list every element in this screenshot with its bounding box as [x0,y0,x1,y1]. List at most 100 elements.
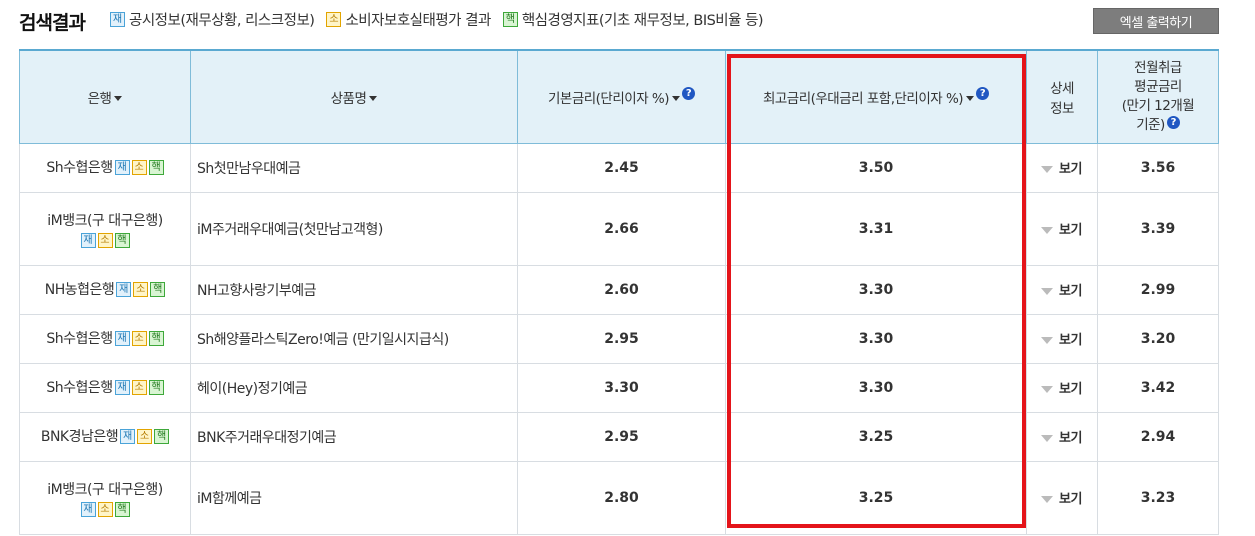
bank-cell: iM뱅크(구 대구은행) 재 소 핵 [19,191,191,266]
column-header-product[interactable]: 상품명 [190,49,518,144]
help-icon[interactable]: ? [976,86,990,100]
consumer-badge-icon[interactable]: 소 [131,380,147,395]
max-rate: 3.30 [725,313,1027,364]
view-detail-button[interactable]: 보기 [1026,313,1098,364]
table-row: NH농협은행 재 소 핵 NH고향사랑기부예금 2.60 3.30 보기 2.99 [19,264,1219,315]
table-row: Sh수협은행 재 소 핵 Sh해양플라스틱Zero!예금 (만기일시지급식) 2.95… [19,313,1219,364]
max-rate: 3.30 [725,362,1027,413]
base-rate: 2.95 [517,411,726,462]
view-detail-button[interactable]: 보기 [1026,264,1098,315]
legend-label-disclosure: 공시정보(재무상황, 리스크정보) [129,13,315,29]
max-rate: 3.50 [725,142,1027,193]
disclosure-badge-icon: 재 [110,12,125,27]
core-badge-icon[interactable]: 핵 [114,501,130,517]
bank-name: Sh수협은행 [46,330,113,347]
results-header: 검색결과 재 공시정보(재무상황, 리스크정보) 소 소비자보호실태평가 결과 … [0,0,1255,44]
view-detail-button[interactable]: 보기 [1026,362,1098,413]
base-rate: 2.60 [517,264,726,315]
column-header-detail: 상세 정보 [1026,49,1098,144]
consumer-badge-icon[interactable]: 소 [131,331,147,346]
bank-cell: BNK경남은행 재 소 핵 [19,411,191,462]
core-badge-icon[interactable]: 핵 [148,380,164,395]
bank-name: iM뱅크(구 대구은행) [47,212,163,229]
max-rate: 3.25 [725,460,1027,535]
bank-name: NH농협은행 [44,281,115,298]
disclosure-badge-icon[interactable]: 재 [114,331,130,346]
avg-rate: 3.39 [1097,191,1219,266]
bank-name: iM뱅크(구 대구은행) [47,481,163,498]
help-icon[interactable]: ? [1166,115,1180,129]
column-header-max-rate[interactable]: 최고금리(우대금리 포함,단리이자 %)? [725,49,1027,144]
product-name[interactable]: iM함께예금 [190,460,518,535]
table-row: Sh수협은행 재 소 핵 Sh첫만남우대예금 2.45 3.50 보기 3.56 [19,142,1219,193]
product-name[interactable]: NH고향사랑기부예금 [190,264,518,315]
consumer-badge-icon[interactable]: 소 [131,160,147,175]
triangle-down-icon [1041,227,1053,234]
base-rate: 2.45 [517,142,726,193]
legend-label-consumer: 소비자보호실태평가 결과 [345,13,491,29]
sort-caret-icon [369,96,378,102]
disclosure-badge-icon[interactable]: 재 [114,380,130,395]
base-rate: 2.80 [517,460,726,535]
avg-rate: 3.20 [1097,313,1219,364]
view-detail-button[interactable]: 보기 [1026,191,1098,266]
bank-name: Sh수협은행 [46,159,113,176]
consumer-badge-icon[interactable]: 소 [133,282,149,297]
bank-cell: Sh수협은행 재 소 핵 [19,142,191,193]
avg-rate: 2.94 [1097,411,1219,462]
triangle-down-icon [1041,496,1053,503]
core-badge-icon: 핵 [502,12,518,27]
avg-rate: 2.99 [1097,264,1219,315]
product-name[interactable]: Sh첫만남우대예금 [190,142,518,193]
table-header-row: 은행 상품명 기본금리(단리이자 %)? 최고금리(우대금리 포함,단리이자 %… [19,49,1219,144]
bank-cell: Sh수협은행 재 소 핵 [19,313,191,364]
bank-name: Sh수협은행 [46,379,113,396]
consumer-badge-icon: 소 [326,12,342,27]
bank-name: BNK경남은행 [40,428,119,445]
core-badge-icon[interactable]: 핵 [148,331,164,346]
bank-cell: Sh수협은행 재 소 핵 [19,362,191,413]
consumer-badge-icon[interactable]: 소 [97,232,113,248]
sort-caret-icon [966,96,975,102]
disclosure-badge-icon[interactable]: 재 [80,232,96,248]
bank-cell: iM뱅크(구 대구은행) 재 소 핵 [19,460,191,535]
excel-export-button[interactable]: 엑셀 출력하기 [1093,8,1219,34]
product-name[interactable]: iM주거래우대예금(첫만남고객형) [190,191,518,266]
column-header-bank[interactable]: 은행 [19,49,191,144]
legend-item-core: 핵 핵심경영지표(기초 재무정보, BIS비율 등) [502,9,764,30]
core-badge-icon[interactable]: 핵 [114,232,130,248]
product-name[interactable]: Sh해양플라스틱Zero!예금 (만기일시지급식) [190,313,518,364]
legend-item-disclosure: 재 공시정보(재무상황, 리스크정보) [110,9,315,30]
disclosure-badge-icon[interactable]: 재 [80,501,96,517]
triangle-down-icon [1041,386,1053,393]
disclosure-badge-icon[interactable]: 재 [120,429,136,444]
product-name[interactable]: BNK주거래우대정기예금 [190,411,518,462]
max-rate: 3.25 [725,411,1027,462]
bank-cell: NH농협은행 재 소 핵 [19,264,191,315]
avg-rate: 3.23 [1097,460,1219,535]
view-detail-button[interactable]: 보기 [1026,142,1098,193]
core-badge-icon[interactable]: 핵 [148,160,164,175]
help-icon[interactable]: ? [682,86,695,100]
max-rate: 3.31 [725,191,1027,266]
view-detail-button[interactable]: 보기 [1026,460,1098,535]
base-rate: 2.95 [517,313,726,364]
base-rate: 2.66 [517,191,726,266]
consumer-badge-icon[interactable]: 소 [97,501,113,517]
core-badge-icon[interactable]: 핵 [154,429,170,444]
core-badge-icon[interactable]: 핵 [150,282,166,297]
product-name[interactable]: 헤이(Hey)정기예금 [190,362,518,413]
column-header-base-rate[interactable]: 기본금리(단리이자 %)? [517,49,726,144]
disclosure-badge-icon[interactable]: 재 [116,282,132,297]
base-rate: 3.30 [517,362,726,413]
table-row: iM뱅크(구 대구은행) 재 소 핵 iM주거래우대예금(첫만남고객형) 2.66 3… [19,191,1219,266]
sort-caret-icon [114,96,123,102]
results-table: 은행 상품명 기본금리(단리이자 %)? 최고금리(우대금리 포함,단리이자 %… [19,49,1219,535]
max-rate: 3.30 [725,264,1027,315]
triangle-down-icon [1041,166,1053,173]
sort-caret-icon [672,96,680,102]
view-detail-button[interactable]: 보기 [1026,411,1098,462]
badge-legend: 재 공시정보(재무상황, 리스크정보) 소 소비자보호실태평가 결과 핵 핵심경… [110,9,775,30]
disclosure-badge-icon[interactable]: 재 [114,160,130,175]
consumer-badge-icon[interactable]: 소 [137,429,153,444]
